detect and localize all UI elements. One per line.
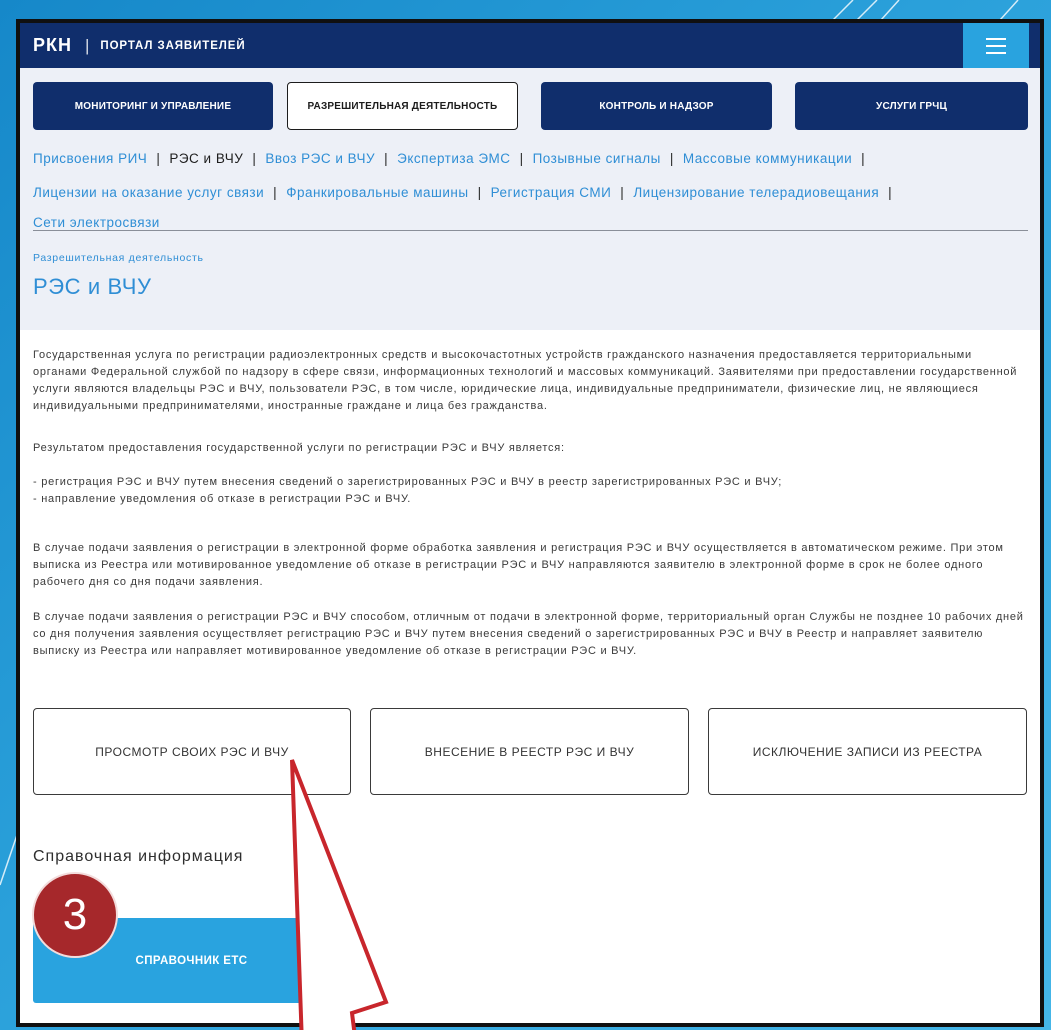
sub-nav-separator: |: [252, 150, 257, 166]
sub-nav-divider: [33, 230, 1028, 231]
nav-control-button[interactable]: КОНТРОЛЬ И НАДЗОР: [541, 82, 772, 130]
portal-title: ПОРТАЛ ЗАЯВИТЕЛЕЙ: [100, 39, 246, 52]
sub-nav-separator: |: [861, 150, 866, 166]
nav-monitoring-button[interactable]: МОНИТОРИНГ И УПРАВЛЕНИЕ: [33, 82, 273, 130]
sub-nav-separator: |: [519, 150, 524, 166]
add-to-registry-button[interactable]: ВНЕСЕНИЕ В РЕЕСТР РЭС И ВЧУ: [370, 708, 689, 795]
list-item: - направление уведомления об отказе в ре…: [33, 493, 412, 505]
hamburger-bar: [986, 37, 1006, 40]
sub-nav-link-res-vchu[interactable]: РЭС и ВЧУ: [169, 151, 243, 166]
sub-nav-separator: |: [620, 184, 625, 200]
other-submission-paragraph: В случае подачи заявления о регистрации …: [33, 611, 1024, 657]
sub-nav-separator: |: [384, 150, 389, 166]
sub-nav-separator: |: [888, 184, 893, 200]
sub-nav-link-telecom-licenses[interactable]: Лицензии на оказание услуг связи: [33, 185, 264, 200]
remove-registry-entry-button[interactable]: ИСКЛЮЧЕНИЕ ЗАПИСИ ИЗ РЕЕСТРА: [708, 708, 1027, 795]
site-header: РКН | ПОРТАЛ ЗАЯВИТЕЛЕЙ: [20, 23, 1040, 68]
list-item: - регистрация РЭС и ВЧУ путем внесения с…: [33, 476, 783, 488]
view-my-res-button[interactable]: ПРОСМОТР СВОИХ РЭС И ВЧУ: [33, 708, 351, 795]
sub-nav-row: Сети электросвязи: [33, 213, 160, 231]
electronic-submission-paragraph: В случае подачи заявления о регистрации …: [33, 542, 1004, 588]
sub-nav-link-franking-machines[interactable]: Франкировальные машины: [286, 185, 468, 200]
sub-nav-row: Лицензии на оказание услуг связи | Франк…: [33, 183, 901, 201]
sub-nav-link-import-res-vchu[interactable]: Ввоз РЭС и ВЧУ: [265, 151, 375, 166]
result-intro-paragraph: Результатом предоставления государственн…: [33, 442, 565, 454]
page-title: РЭС и ВЧУ: [33, 274, 152, 299]
sub-nav-link-mass-communications[interactable]: Массовые коммуникации: [683, 151, 852, 166]
sub-nav-link-call-signs[interactable]: Позывные сигналы: [533, 151, 661, 166]
sub-nav-link-broadcast-licensing[interactable]: Лицензирование телерадиовещания: [633, 185, 879, 200]
site-brand[interactable]: РКН | ПОРТАЛ ЗАЯВИТЕЛЕЙ: [33, 23, 246, 68]
sub-nav-link-telecom-networks[interactable]: Сети электросвязи: [33, 215, 160, 230]
hamburger-bar: [986, 44, 1006, 47]
result-list: - регистрация РЭС и ВЧУ путем внесения с…: [33, 474, 1028, 508]
step-number-badge: 3: [32, 872, 118, 958]
sub-nav-separator: |: [156, 150, 161, 166]
nav-permits-button[interactable]: РАЗРЕШИТЕЛЬНАЯ ДЕЯТЕЛЬНОСТЬ: [287, 82, 518, 130]
hamburger-menu-icon[interactable]: [963, 23, 1029, 68]
nav-grfc-services-button[interactable]: УСЛУГИ ГРЧЦ: [795, 82, 1028, 130]
reference-info-heading: Справочная информация: [33, 848, 244, 865]
hamburger-bar: [986, 51, 1006, 54]
sub-nav-link-media-registration[interactable]: Регистрация СМИ: [491, 185, 612, 200]
service-description: Государственная услуга по регистрации ра…: [33, 347, 1028, 660]
navigation-panel: МОНИТОРИНГ И УПРАВЛЕНИЕ РАЗРЕШИТЕЛЬНАЯ Д…: [20, 68, 1040, 330]
breadcrumb[interactable]: Разрешительная деятельность: [33, 251, 204, 265]
brand-separator: |: [85, 35, 90, 55]
sub-nav-separator: |: [273, 184, 278, 200]
sub-nav-row: Присвоения РИЧ | РЭС и ВЧУ | Ввоз РЭС и …: [33, 149, 874, 167]
sub-nav-link-emc-expertise[interactable]: Экспертиза ЭМС: [397, 151, 510, 166]
rkn-logo: РКН: [33, 35, 72, 55]
sub-nav-separator: |: [477, 184, 482, 200]
sub-nav-separator: |: [669, 150, 674, 166]
sub-nav-link-frequency-assignments[interactable]: Присвоения РИЧ: [33, 151, 147, 166]
browser-screenshot-frame: РКН | ПОРТАЛ ЗАЯВИТЕЛЕЙ МОНИТОРИНГ И УПР…: [16, 19, 1044, 1027]
intro-paragraph: Государственная услуга по регистрации ра…: [33, 349, 1018, 412]
